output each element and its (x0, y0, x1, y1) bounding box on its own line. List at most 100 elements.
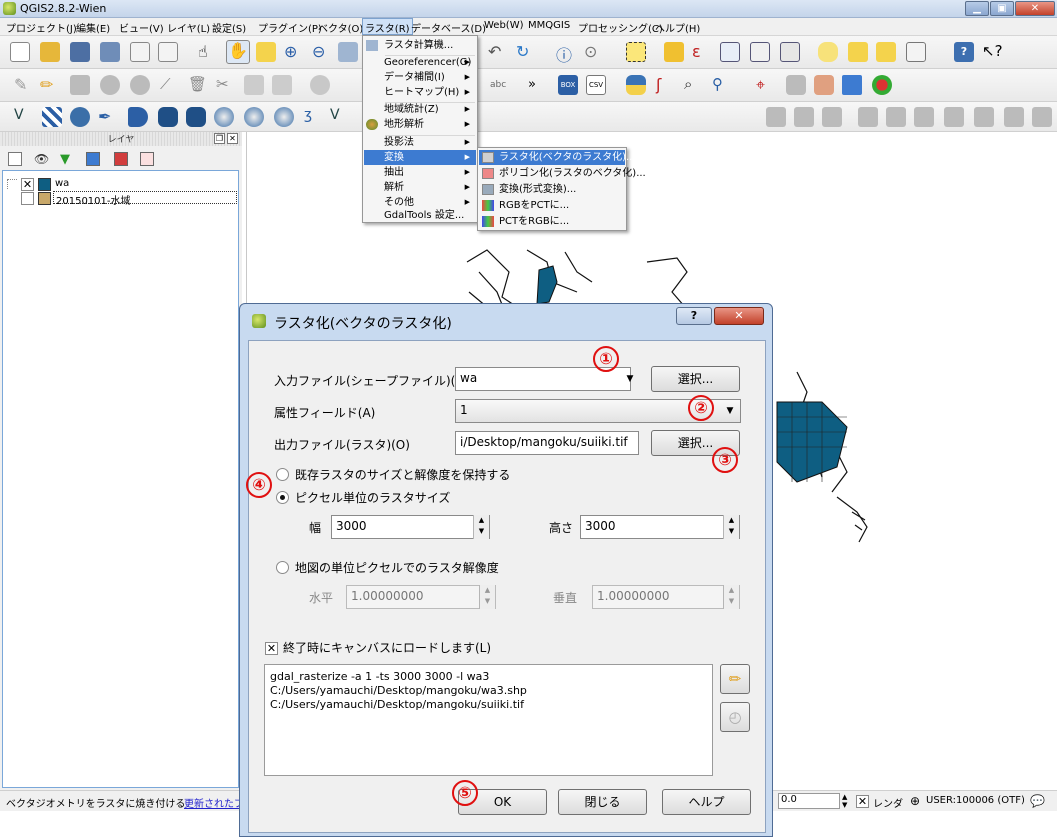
composer-manager-icon[interactable] (158, 42, 178, 62)
add-postgis-icon[interactable] (70, 107, 90, 127)
add-group-icon[interactable] (8, 152, 22, 166)
print-composer-icon[interactable] (130, 42, 150, 62)
menu-mmqgis[interactable]: MMQGIS (528, 20, 570, 31)
command-text-area[interactable]: gdal_rasterize -a 1 -ts 3000 3000 -l wa3… (264, 664, 713, 776)
context-box-icon[interactable]: BOX (558, 75, 578, 95)
help-button[interactable]: ヘルプ (662, 789, 751, 815)
menu-item-pct-to-rgb[interactable]: PCTをRGBに... (479, 214, 625, 229)
toggle-editing-icon[interactable]: ✏ (40, 75, 60, 95)
georef-icon[interactable] (786, 75, 806, 95)
digitize-tool-5-icon[interactable] (886, 107, 906, 127)
filter-legend-icon[interactable]: ▼ (60, 152, 74, 167)
width-spinner-icon[interactable]: ▲ ▼ (473, 515, 489, 539)
close-button[interactable]: 閉じる (558, 789, 647, 815)
add-raster-layer-icon[interactable] (42, 107, 62, 127)
menu-item-heatmap[interactable]: ヒートマップ(H) ▶ (364, 85, 476, 100)
grid-plugin-icon[interactable] (842, 75, 862, 95)
cut-features-icon[interactable]: ✂ (216, 75, 236, 95)
deselect-icon[interactable] (664, 42, 684, 62)
menu-vector[interactable]: ベクタ(O) (318, 20, 363, 35)
dialog-close-button[interactable]: ✕ (714, 307, 764, 325)
menu-help[interactable]: ヘルプ(H) (655, 20, 700, 35)
layer-visibility-checkbox[interactable] (21, 192, 34, 205)
add-wcs-icon[interactable] (244, 107, 264, 127)
zoom-in-icon[interactable]: ⊕ (284, 42, 304, 62)
add-vector-layer-icon[interactable]: V (14, 107, 34, 127)
vp-icon[interactable] (814, 75, 834, 95)
menu-item-interpolation[interactable]: データ補間(I) ▶ (364, 70, 476, 85)
add-db2-icon[interactable] (186, 107, 206, 127)
add-wfs-icon[interactable] (274, 107, 294, 127)
pixel-size-radio[interactable] (276, 491, 289, 504)
menu-web[interactable]: Web(W) (484, 20, 524, 31)
rotation-field[interactable]: 0.0 (778, 793, 840, 809)
attribute-table-icon[interactable] (720, 42, 740, 62)
crs-globe-icon[interactable]: ⊕ (910, 794, 920, 808)
expression-select-icon[interactable]: ε (692, 42, 712, 62)
vertical-spinner-icon[interactable]: ▲ ▼ (723, 585, 739, 609)
save-as-icon[interactable] (100, 42, 120, 62)
digitize-tool-9-icon[interactable] (1004, 107, 1024, 127)
rotation-spinner-icon[interactable]: ▲ ▼ (842, 793, 847, 809)
horizontal-spinner-icon[interactable]: ▲ ▼ (479, 585, 495, 609)
close-panel-icon[interactable]: ✕ (227, 133, 238, 144)
node-tool-icon[interactable]: ⟋ (160, 75, 180, 95)
pan-icon[interactable]: ✋ (226, 40, 250, 64)
vertical-spinbox[interactable]: 1.00000000 (592, 585, 740, 609)
edit-command-icon[interactable]: ✏ (720, 664, 750, 694)
menu-item-zonal-stats[interactable]: 地域統計(Z) ▶ (364, 102, 476, 117)
map-units-radio[interactable] (276, 561, 289, 574)
processing-toolbox-icon[interactable]: ʃ (656, 75, 676, 95)
digitize-tool-3-icon[interactable] (822, 107, 842, 127)
height-spinner-icon[interactable]: ▲ ▼ (723, 515, 739, 539)
add-delimited-text-icon[interactable]: ʒ (304, 107, 324, 127)
menu-layer[interactable]: レイヤ(L) (167, 20, 210, 35)
menu-view[interactable]: ビュー(V) (119, 20, 164, 35)
select-features-icon[interactable] (626, 42, 646, 62)
add-mssql-icon[interactable] (128, 107, 148, 127)
menu-processing[interactable]: プロセッシング(C) (578, 20, 663, 35)
statistics-icon[interactable] (750, 42, 770, 62)
csv-icon[interactable]: CSV (586, 75, 606, 95)
python-console-icon[interactable] (626, 75, 646, 95)
text-annotation-icon[interactable] (906, 42, 926, 62)
digitize-tool-1-icon[interactable] (766, 107, 786, 127)
move-feature-icon[interactable] (130, 75, 150, 95)
menu-edit[interactable]: 編集(E) (76, 20, 110, 35)
messages-icon[interactable]: 💬 (1030, 794, 1045, 808)
chevron-down-icon[interactable]: ▼ (621, 368, 639, 390)
digitize-tool-4-icon[interactable] (858, 107, 878, 127)
help-contents-icon[interactable]: ? (954, 42, 974, 62)
close-window-button[interactable]: ✕ (1015, 1, 1055, 16)
keep-size-radio[interactable] (276, 468, 289, 481)
menu-item-terrain[interactable]: 地形解析 ▶ (364, 117, 476, 132)
paste-features-icon[interactable] (272, 75, 292, 95)
input-select-button[interactable]: 選択... (651, 366, 740, 392)
add-spatialite-icon[interactable]: ✒ (98, 107, 118, 127)
refresh-icon[interactable]: ↻ (516, 42, 536, 62)
copy-features-icon[interactable] (244, 75, 264, 95)
menu-item-translate[interactable]: 変換(形式変換)... (479, 182, 625, 197)
menu-item-raster-calculator[interactable]: ラスタ計算機... (364, 38, 476, 53)
layer-visibility-checkbox[interactable]: ✕ (21, 178, 34, 191)
menu-item-polygonize[interactable]: ポリゴン化(ラスタのベクタ化)... (479, 166, 646, 181)
digitize-tool-10-icon[interactable] (1032, 107, 1052, 127)
whats-this-icon[interactable]: ↖? (982, 42, 1003, 62)
menu-item-rgb-to-pct[interactable]: RGBをPCTに... (479, 198, 625, 213)
collapse-all-icon[interactable] (114, 152, 128, 166)
float-panel-icon[interactable]: ❐ (214, 133, 225, 144)
chevron-down-icon[interactable]: ▼ (721, 400, 739, 422)
menu-database[interactable]: データベース(D) (411, 20, 486, 35)
add-wms-icon[interactable] (214, 107, 234, 127)
open-project-icon[interactable] (40, 42, 60, 62)
label-tool-icon[interactable] (310, 75, 330, 95)
dialog-help-button[interactable]: ? (676, 307, 712, 325)
menu-item-rasterize[interactable]: ラスタ化(ベクタのラスタ化)... (479, 150, 636, 165)
manage-visibility-icon[interactable]: 👁 (34, 152, 50, 166)
coordinate-capture-icon[interactable]: ⌖ (756, 75, 776, 95)
binoculars-icon[interactable]: ⌕ (684, 75, 704, 95)
menu-item-analysis[interactable]: 解析 ▶ (364, 180, 476, 195)
digitize-tool-7-icon[interactable] (944, 107, 964, 127)
height-spinbox[interactable]: 3000 (580, 515, 740, 539)
menu-raster[interactable]: ラスタ(R) (362, 18, 413, 35)
